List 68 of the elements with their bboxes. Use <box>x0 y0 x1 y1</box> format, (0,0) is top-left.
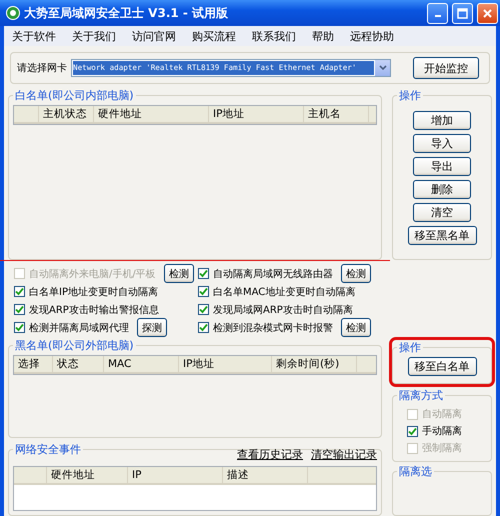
maximize-icon <box>457 8 468 18</box>
column-header[interactable]: IP地址 <box>179 356 272 372</box>
menu-item[interactable]: 购买流程 <box>192 28 236 44</box>
window-title: 大势至局域网安全卫士 V3.1 - 试用版 <box>24 4 230 22</box>
option-label: 自动隔离局域网无线路由器 <box>213 268 333 280</box>
group-title: 网络安全事件 <box>14 442 82 457</box>
option-label: 自动隔离外来电脑/手机/平板 <box>29 268 156 280</box>
group-title: 操作 <box>398 88 422 103</box>
column-header[interactable]: IP <box>128 467 223 483</box>
option-label: 发现局域网ARP攻击时自动隔离 <box>213 304 353 316</box>
group-title: 黑名单(即公司外部电脑) <box>14 338 135 353</box>
checkbox[interactable] <box>14 304 25 315</box>
action-button[interactable]: 移至白名单 <box>408 357 476 376</box>
checkbox[interactable] <box>14 322 25 333</box>
column-header[interactable]: 剩余时间(秒) <box>272 356 357 372</box>
option-label: 自动隔离 <box>422 408 462 421</box>
menu-item[interactable]: 关于我们 <box>72 28 116 44</box>
start-monitor-button[interactable]: 开始监控 <box>413 57 479 79</box>
menu-item[interactable]: 关于软件 <box>12 28 56 44</box>
action-button[interactable]: 清空 <box>413 203 471 222</box>
checkbox[interactable] <box>407 426 418 436</box>
option-label: 白名单MAC地址变更时自动隔离 <box>213 286 356 298</box>
checkbox[interactable] <box>14 286 25 297</box>
group-title: 白名单(即公司内部电脑) <box>14 88 135 103</box>
chevron-down-icon <box>378 65 386 71</box>
group-title: 隔离方式 <box>398 388 444 403</box>
close-button[interactable] <box>477 2 498 24</box>
minimize-button[interactable] <box>427 2 448 24</box>
column-header[interactable]: 主机状态 <box>39 106 94 122</box>
column-header[interactable]: IP地址 <box>209 106 304 122</box>
group-title: 操作 <box>398 340 422 355</box>
column-header[interactable]: 状态 <box>53 356 104 372</box>
detect-button[interactable]: 检测 <box>341 264 371 283</box>
checkbox[interactable] <box>198 322 209 333</box>
action-button[interactable]: 移至黑名单 <box>408 226 476 245</box>
column-header[interactable]: 硬件地址 <box>47 467 128 483</box>
action-button[interactable]: 删除 <box>413 180 471 199</box>
column-header[interactable]: 硬件地址 <box>94 106 209 122</box>
column-header[interactable]: 描述 <box>223 467 308 483</box>
option-label: 强制隔离 <box>422 442 462 455</box>
minimize-icon <box>434 15 440 17</box>
column-header[interactable]: 选择 <box>14 356 53 372</box>
menu-item[interactable]: 远程协助 <box>350 28 394 44</box>
action-button[interactable]: 导出 <box>413 157 471 176</box>
group-title: 隔离选 <box>398 464 433 479</box>
close-icon <box>482 8 493 18</box>
option-label: 手动隔离 <box>422 424 462 438</box>
action-button[interactable]: 导入 <box>413 134 471 153</box>
adapter-label: 请选择网卡 <box>17 62 67 75</box>
checkbox[interactable] <box>198 268 209 279</box>
maximize-button[interactable] <box>452 2 473 24</box>
app-icon <box>6 6 20 20</box>
menu-item[interactable]: 联系我们 <box>252 28 296 44</box>
checkbox[interactable] <box>198 304 209 315</box>
option-label: 白名单IP地址变更时自动隔离 <box>29 286 158 298</box>
column-header[interactable]: MAC <box>104 356 179 372</box>
detect-button[interactable]: 探测 <box>137 318 167 337</box>
link[interactable]: 查看历史记录 <box>237 447 303 462</box>
option-label: 检测并隔离局域网代理 <box>29 322 129 334</box>
column-header[interactable]: 主机名 <box>304 106 369 122</box>
option-label: 检测到混杂模式网卡时报警 <box>213 322 333 334</box>
menu-item[interactable]: 帮助 <box>312 28 334 44</box>
option-label: 发现ARP攻击时输出警报信息 <box>29 304 159 316</box>
link[interactable]: 清空输出记录 <box>311 447 377 462</box>
checkbox[interactable] <box>198 286 209 297</box>
detect-button[interactable]: 检测 <box>341 318 371 337</box>
action-button[interactable]: 增加 <box>413 111 471 130</box>
menu-item[interactable]: 访问官网 <box>132 28 176 44</box>
